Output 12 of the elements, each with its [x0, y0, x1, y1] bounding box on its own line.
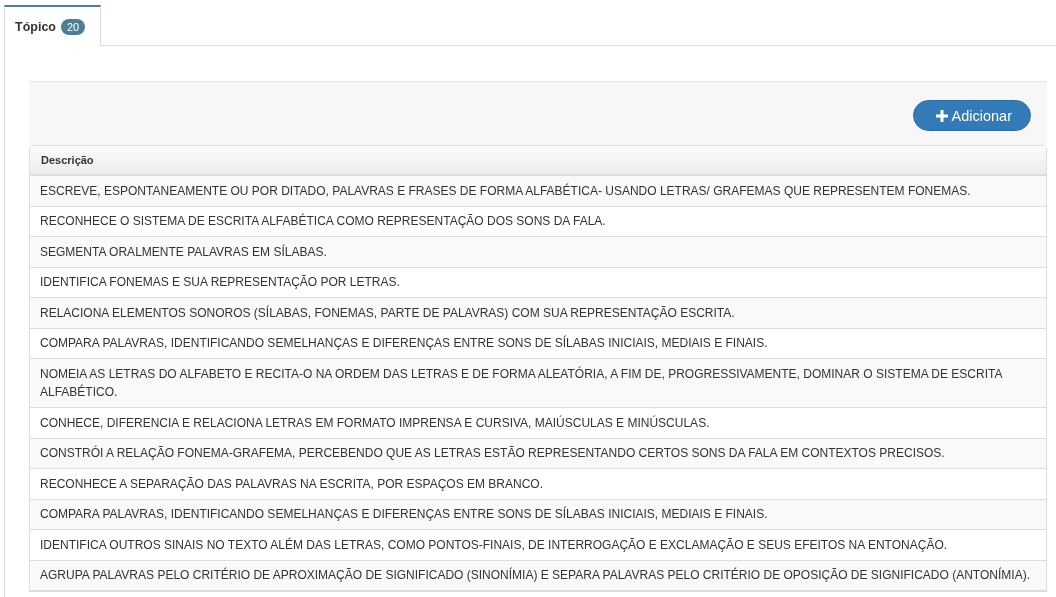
column-header: Descrição: [30, 146, 1046, 176]
table-cell: RELACIONA ELEMENTOS SONOROS (SÍLABAS, FONEMAS, PARTE DE PALAVRAS) COM SUA REPRESENTAÇÃO ESCRITA.: [30, 298, 1046, 329]
table-cell: CONSTRÓI A RELAÇÃO FONEMA-GRAFEMA, PERCEBENDO QUE AS LETRAS ESTÃO REPRESENTANDO CERTOS SONS DA FALA EM CONTEXTOS PRECISOS.: [30, 438, 1046, 469]
plus-icon: [935, 109, 948, 122]
table-cell: AGRUPA PALAVRAS PELO CRITÉRIO DE APROXIMAÇÃO DE SIGNIFICADO (SINONÍMIA) E SEPARA PALAVRAS PELO CRITÉRIO DE OPOSIÇÃO DE SIGNIFICADO (ANTONÍMIA).: [30, 560, 1046, 591]
add-button[interactable]: Adicionar: [912, 100, 1031, 131]
table-cell: ESCREVE, ESPONTANEAMENTE OU POR DITADO, PALAVRAS E FRASES DE FORMA ALFABÉTICA- USANDO LETRAS/ GRAFEMAS QUE REPRESENTEM FONEMAS.: [30, 176, 1046, 207]
topic-tab[interactable]: Tópico 20: [4, 5, 101, 46]
table-cell: COMPARA PALAVRAS, IDENTIFICANDO SEMELHANÇAS E DIFERENÇAS ENTRE SONS DE SÍLABAS INICIAIS, MEDIAIS E FINAIS.: [30, 499, 1046, 530]
count-badge: 20: [60, 18, 86, 35]
table-cell: SEGMENTA ORALMENTE PALAVRAS EM SÍLABAS.: [30, 237, 1046, 268]
table-cell: NOMEIA AS LETRAS DO ALFABETO E RECITA-O NA ORDEM DAS LETRAS E DE FORMA ALEATÓRIA, A FIM DE, PROGRESSIVAMENTE, DOMINAR O SISTEMA DE ESCRITA ALFABÉTICO.: [30, 359, 1046, 408]
